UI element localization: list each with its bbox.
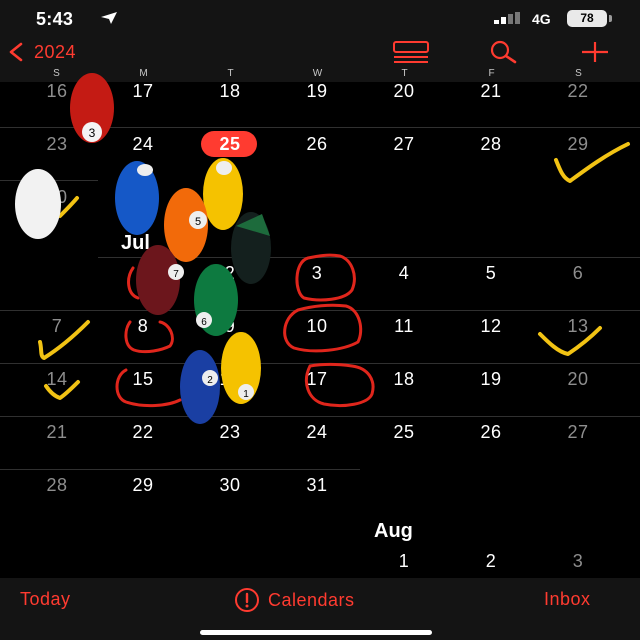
day-cell[interactable]: 5 (461, 263, 521, 284)
day-cell[interactable]: 22 (113, 422, 173, 443)
weekday-sat: S (575, 68, 582, 79)
alert-circle-icon (235, 588, 259, 612)
day-cell[interactable]: 12 (461, 316, 521, 337)
weekday-header: S M T W T F S (0, 68, 640, 82)
battery-icon: 78 (567, 10, 607, 27)
yellow-pool-ball-1: 1 (221, 332, 261, 404)
day-cell[interactable]: 17 (287, 369, 347, 390)
week-separator (0, 127, 640, 128)
weekday-wed: W (312, 68, 323, 79)
day-cell[interactable]: 4 (374, 263, 434, 284)
day-cell[interactable]: 20 (548, 369, 608, 390)
week-separator (98, 257, 640, 258)
day-cell[interactable]: 20 (374, 81, 434, 102)
day-cell[interactable]: 31 (287, 475, 347, 496)
svg-text:1: 1 (243, 389, 249, 400)
week-separator (0, 310, 640, 311)
day-cell[interactable]: 3 (287, 263, 347, 284)
day-cell[interactable]: 27 (374, 134, 434, 155)
nav-bar: 2024 S M T W T F S (0, 34, 640, 82)
day-cell[interactable]: 23 (200, 422, 260, 443)
calendars-button[interactable]: Calendars (234, 587, 355, 613)
svg-text:5: 5 (195, 216, 201, 228)
month-label-july: Jul (121, 232, 150, 254)
day-cell[interactable]: 28 (461, 134, 521, 155)
day-cell[interactable]: 3 (548, 551, 608, 572)
home-indicator[interactable] (200, 630, 432, 635)
day-cell[interactable]: 13 (548, 316, 608, 337)
search-icon (490, 40, 517, 64)
day-cell[interactable]: 2 (200, 263, 260, 284)
weekday-tue: T (227, 68, 234, 79)
day-cell[interactable]: 22 (548, 81, 608, 102)
chevron-left-icon (9, 42, 23, 62)
list-view-icon (393, 41, 429, 63)
day-cell[interactable]: 23 (27, 134, 87, 155)
location-arrow-icon (101, 12, 117, 24)
weekday-mon: M (139, 68, 148, 79)
month-label-august: Aug (374, 520, 413, 542)
battery-tip (609, 15, 612, 22)
day-cell[interactable]: 27 (548, 422, 608, 443)
day-cell[interactable]: 21 (27, 422, 87, 443)
day-cell[interactable]: 1 (374, 551, 434, 572)
yellow-pool-ball (203, 158, 243, 230)
day-cell[interactable]: 19 (287, 81, 347, 102)
day-cell[interactable]: 8 (113, 316, 173, 337)
day-cell[interactable]: 16 (27, 81, 87, 102)
day-cell[interactable]: 21 (461, 81, 521, 102)
week-separator (0, 469, 360, 470)
week-separator (0, 416, 640, 417)
day-cell[interactable]: 15 (113, 369, 173, 390)
orange-pool-ball-5: 5 (164, 188, 208, 262)
day-cell[interactable]: 26 (287, 134, 347, 155)
today-button[interactable]: Today (20, 589, 71, 610)
network-type: 4G (532, 11, 551, 27)
svg-text:7: 7 (173, 269, 179, 280)
signal-bars-icon (494, 12, 520, 24)
day-cell[interactable]: 24 (287, 422, 347, 443)
day-cell[interactable]: 17 (113, 81, 173, 102)
status-time: 5:43 (36, 9, 74, 29)
day-cell[interactable]: 10 (287, 316, 347, 337)
day-cell[interactable]: 28 (27, 475, 87, 496)
day-cell[interactable]: 16 (200, 369, 260, 390)
back-to-year-button[interactable]: 2024 (6, 40, 76, 64)
list-view-button[interactable] (392, 40, 430, 64)
weekday-fri: F (488, 68, 495, 79)
day-cell[interactable]: 29 (548, 134, 608, 155)
day-cell[interactable]: 1 (113, 263, 173, 284)
day-cell[interactable]: 11 (374, 316, 434, 337)
weekday-thu: T (401, 68, 408, 79)
calendars-label: Calendars (268, 589, 355, 610)
week-separator (0, 363, 640, 364)
day-cell[interactable]: 19 (461, 369, 521, 390)
add-event-button[interactable] (576, 40, 614, 64)
day-cell[interactable]: 24 (113, 134, 173, 155)
day-cell[interactable]: 18 (374, 369, 434, 390)
day-cell[interactable]: 18 (200, 81, 260, 102)
day-cell[interactable]: 2 (461, 551, 521, 572)
svg-text:3: 3 (89, 126, 96, 140)
blue-pool-ball (115, 161, 159, 235)
inbox-button[interactable]: Inbox (544, 589, 591, 610)
day-cell[interactable]: 9 (200, 316, 260, 337)
day-cell[interactable]: 7 (27, 316, 87, 337)
day-cell[interactable]: 25 (374, 422, 434, 443)
status-bar: 5:43 4G 78 (0, 0, 640, 34)
today-day-cell[interactable]: 25 (200, 134, 260, 155)
day-cell[interactable]: 30 (200, 475, 260, 496)
day-cell[interactable]: 6 (548, 263, 608, 284)
back-label: 2024 (34, 41, 77, 62)
day-cell[interactable]: 14 (27, 369, 87, 390)
plus-icon (582, 42, 608, 62)
day-cell[interactable]: 29 (113, 475, 173, 496)
day-cell[interactable]: 26 (461, 422, 521, 443)
day-cell[interactable]: 30 (27, 187, 87, 208)
week-separator (0, 180, 98, 181)
weekday-sun: S (53, 68, 60, 79)
search-button[interactable] (484, 40, 522, 64)
